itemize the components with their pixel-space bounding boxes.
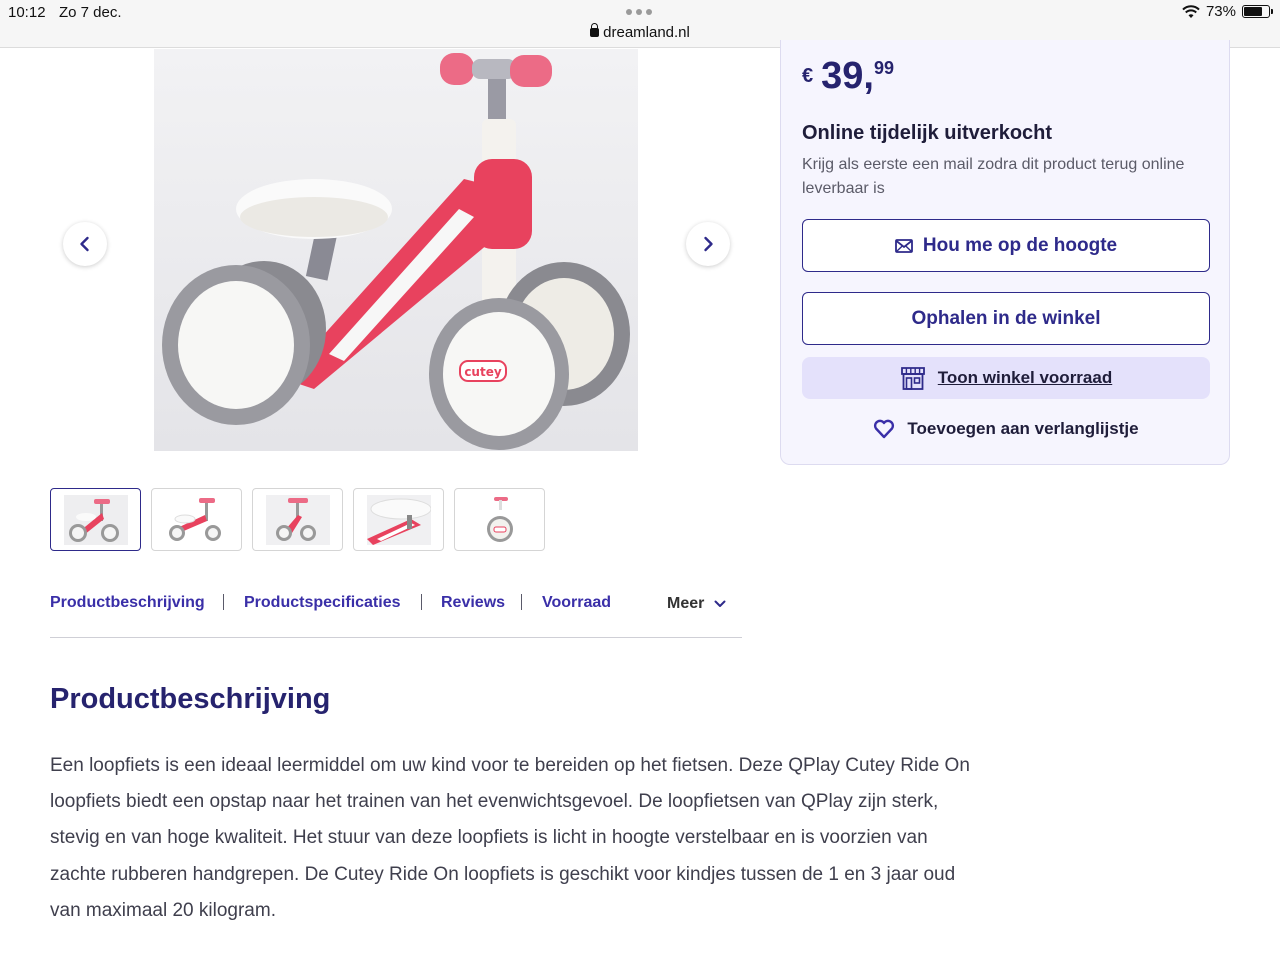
section-title: Productbeschrijving <box>50 683 331 715</box>
tab-productbeschrijving[interactable]: Productbeschrijving <box>50 594 205 612</box>
show-store-stock-label: Toon winkel voorraad <box>937 368 1113 387</box>
price-decimals: 99 <box>873 58 894 78</box>
battery-icon <box>1242 5 1273 18</box>
status-date: Zo 7 dec. <box>59 4 122 21</box>
url-bar[interactable]: dreamland.nl <box>0 23 1280 41</box>
chevron-down-icon <box>714 600 726 607</box>
status-right: 73% <box>1182 3 1273 20</box>
show-store-stock-button[interactable]: Toon winkel voorraad <box>802 357 1210 399</box>
add-to-wishlist-label: Toevoegen aan verlanglijstje <box>907 419 1139 438</box>
chevron-left-icon <box>80 236 89 252</box>
tab-separator <box>421 594 422 610</box>
product-description: Een loopfiets is een ideaal leermiddel o… <box>50 755 970 921</box>
notify-me-button[interactable]: Hou me op de hoogte <box>802 219 1210 272</box>
tab-separator <box>521 594 522 610</box>
pickup-in-store-label: Ophalen in de winkel <box>911 307 1101 329</box>
battery-percent: 73% <box>1205 3 1236 20</box>
purchase-panel: € 39, 99 Online tijdelijk uitverkocht Kr… <box>780 40 1230 465</box>
tab-productspecificaties[interactable]: Productspecificaties <box>244 594 401 612</box>
tab-voorraad[interactable]: Voorraad <box>542 594 611 612</box>
thumbnail-4[interactable] <box>353 488 444 551</box>
notify-me-label: Hou me op de hoogte <box>922 234 1118 256</box>
previous-image-button[interactable] <box>63 222 107 266</box>
price-currency: € <box>802 65 814 87</box>
stock-status-text: Krijg als eerste een mail zodra dit prod… <box>802 156 1185 197</box>
thumbnail-strip <box>50 488 545 551</box>
lock-icon <box>590 23 600 37</box>
tab-reviews[interactable]: Reviews <box>441 594 505 612</box>
thumbnail-3[interactable] <box>252 488 343 551</box>
price-integer: 39, <box>821 55 874 97</box>
stock-status-title: Online tijdelijk uitverkocht <box>802 122 1053 144</box>
wifi-icon <box>1182 4 1200 18</box>
thumbnail-2[interactable] <box>151 488 242 551</box>
tab-more-dropdown[interactable]: Meer <box>667 595 726 613</box>
product-tabs: Productbeschrijving Productspecificaties… <box>50 592 742 638</box>
status-time: 10:12 <box>8 4 46 21</box>
add-to-wishlist-button[interactable]: Toevoegen aan verlanglijstje <box>802 414 1210 444</box>
next-image-button[interactable] <box>686 222 730 266</box>
thumbnail-5[interactable] <box>454 488 545 551</box>
chevron-right-icon <box>704 236 713 252</box>
heart-icon <box>874 419 895 439</box>
tab-more-label: Meer <box>667 595 705 612</box>
tab-separator <box>223 594 224 610</box>
more-dots-icon[interactable] <box>626 9 652 15</box>
cutey-logo-text: cutey <box>464 365 502 379</box>
price: € 39, 99 <box>802 55 894 98</box>
pickup-in-store-button[interactable]: Ophalen in de winkel <box>802 292 1210 345</box>
product-main-image[interactable]: cutey <box>154 49 638 451</box>
thumbnail-1[interactable] <box>50 488 141 551</box>
mail-icon <box>894 238 913 253</box>
url-text: dreamland.nl <box>603 24 690 41</box>
store-icon <box>900 367 925 390</box>
